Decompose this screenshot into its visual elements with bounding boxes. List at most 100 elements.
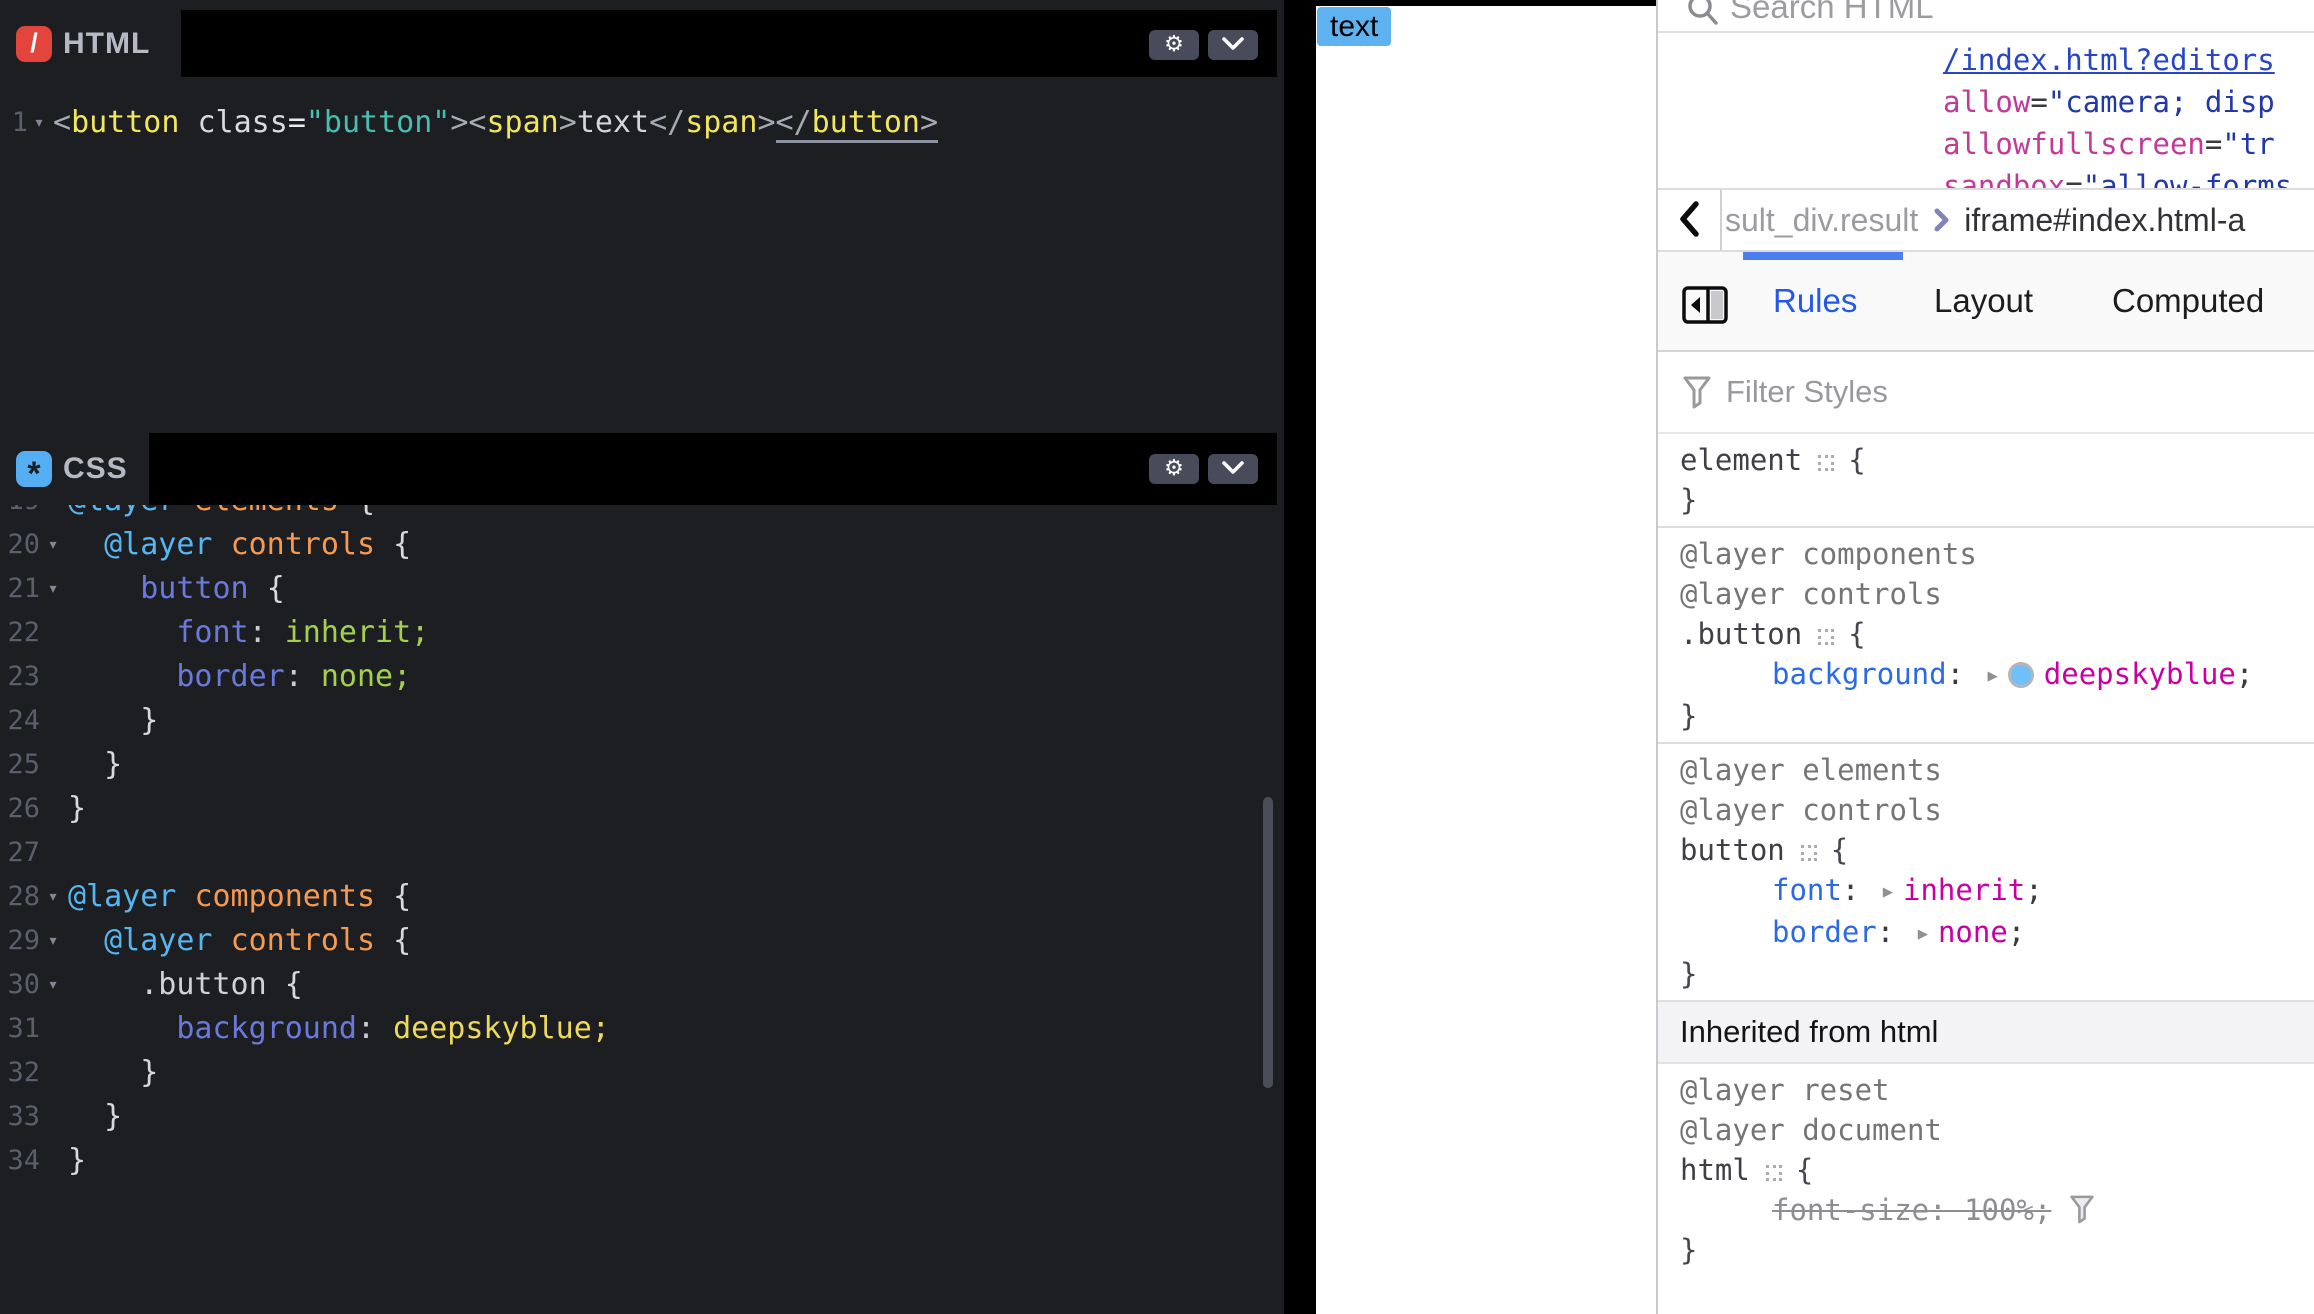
sidebar-toggle-button[interactable] <box>1682 286 1728 327</box>
line-number: 30 <box>0 969 40 1000</box>
fold-caret-icon[interactable]: ▾ <box>40 974 60 995</box>
rule-close-brace: } <box>1658 954 2314 994</box>
gear-icon: ⚙ <box>1164 30 1184 60</box>
fold-caret-icon[interactable]: ▾ <box>40 930 60 951</box>
css-declaration[interactable]: font: ▶inherit; <box>1658 870 2314 912</box>
code-line[interactable]: 21▾ button { <box>0 566 1284 610</box>
selector-highlighter-icon[interactable] <box>1818 455 1834 471</box>
html-panel-title: HTML <box>63 27 150 61</box>
code-line[interactable]: 27 <box>0 830 1284 874</box>
rule-selector[interactable]: button{ <box>1658 830 2314 870</box>
tab-rules[interactable]: Rules <box>1773 282 1857 320</box>
editor-column: / HTML ⚙ 1▾<button class="button"><span>… <box>0 0 1284 1314</box>
code-line[interactable]: 23 border: none; <box>0 654 1284 698</box>
search-html-row[interactable]: Search HTML <box>1658 0 2314 33</box>
code-line[interactable]: 25 } <box>0 742 1284 786</box>
code-line[interactable]: 26} <box>0 786 1284 830</box>
at-layer-label: @layer elements <box>1658 750 2314 790</box>
css-declaration-overridden[interactable]: font-size: 100%; <box>1658 1190 2314 1230</box>
rule-section: @layer components@layer controls.button{… <box>1658 528 2314 744</box>
selector-highlighter-icon[interactable] <box>1818 629 1834 645</box>
code-line[interactable]: 28▾@layer components { <box>0 874 1284 918</box>
css-panel-title: CSS <box>63 452 128 486</box>
at-layer-label: @layer components <box>1658 534 2314 574</box>
code-line[interactable]: 24 } <box>0 698 1284 742</box>
code-line[interactable]: 33 } <box>0 1094 1284 1138</box>
breadcrumb-item-result-div[interactable]: sult_div.result <box>1725 202 1918 239</box>
rule-selector[interactable]: html{ <box>1658 1150 2314 1190</box>
filter-styles-input[interactable]: Filter Styles <box>1658 352 2314 434</box>
active-tab-indicator <box>1743 252 1903 260</box>
html-code-editor[interactable]: 1▾<button class="button"><span>text</spa… <box>0 100 1284 420</box>
line-number: 32 <box>0 1057 40 1088</box>
editor-preview-gutter[interactable] <box>1284 0 1316 1314</box>
gear-icon: ⚙ <box>1164 454 1184 484</box>
code-line[interactable]: 29▾ @layer controls { <box>0 918 1284 962</box>
at-layer-label: @layer controls <box>1658 790 2314 830</box>
html-panel-header: / HTML ⚙ <box>0 10 1284 77</box>
fold-caret-icon[interactable]: ▾ <box>40 534 60 555</box>
line-number: 31 <box>0 1013 40 1044</box>
funnel-icon[interactable] <box>2069 1194 2095 1224</box>
css-declaration[interactable]: background: ▶deepskyblue; <box>1658 654 2314 696</box>
markup-line[interactable]: /index.html?editors <box>1658 39 2314 81</box>
funnel-icon <box>1682 375 1712 409</box>
css-collapse-button[interactable] <box>1208 454 1258 484</box>
code-line[interactable]: 30▾ .button { <box>0 962 1284 1006</box>
code-line[interactable]: 20▾ @layer controls { <box>0 522 1284 566</box>
css-panel-header: * CSS ⚙ <box>0 433 1284 505</box>
css-code-editor[interactable]: 19▾@layer elements {20▾ @layer controls … <box>0 478 1284 1198</box>
css-settings-button[interactable]: ⚙ <box>1149 454 1199 484</box>
expand-triangle-icon[interactable]: ▶ <box>1918 924 1928 944</box>
markup-view[interactable]: /index.html?editorsallow="camera; dispal… <box>1658 33 2314 190</box>
breadcrumb-back-button[interactable] <box>1658 190 1722 250</box>
selector-highlighter-icon[interactable] <box>1801 845 1817 861</box>
preview-text-button[interactable]: text <box>1317 7 1391 46</box>
html-collapse-button[interactable] <box>1208 30 1258 60</box>
markup-line[interactable]: allowfullscreen="tr <box>1658 123 2314 165</box>
code-line[interactable]: 31 background: deepskyblue; <box>0 1006 1284 1050</box>
line-number: 27 <box>0 837 40 868</box>
filter-styles-placeholder: Filter Styles <box>1726 374 1888 410</box>
code-line[interactable]: 22 font: inherit; <box>0 610 1284 654</box>
markup-line[interactable]: allow="camera; disp <box>1658 81 2314 123</box>
line-number: 28 <box>0 881 40 912</box>
code-line[interactable]: 32 } <box>0 1050 1284 1094</box>
preview-pane: text <box>1316 0 1656 1314</box>
line-number: 1 <box>0 107 28 138</box>
rule-selector[interactable]: element{ <box>1658 440 2314 480</box>
code-line[interactable]: 1▾<button class="button"><span>text</spa… <box>0 100 1284 144</box>
html-panel-tab[interactable]: / HTML <box>0 10 181 77</box>
line-number: 24 <box>0 705 40 736</box>
fold-caret-icon[interactable]: ▾ <box>40 886 60 907</box>
line-number: 23 <box>0 661 40 692</box>
at-layer-label: @layer document <box>1658 1110 2314 1150</box>
tab-computed[interactable]: Computed <box>2112 282 2264 320</box>
breadcrumb-item-iframe[interactable]: iframe#index.html-a <box>1964 202 2245 239</box>
css-declaration[interactable]: border: ▶none; <box>1658 912 2314 954</box>
html-icon: / <box>16 26 52 62</box>
markup-line[interactable]: sandbox="allow-forms <box>1658 165 2314 190</box>
line-number: 33 <box>0 1101 40 1132</box>
fold-caret-icon[interactable]: ▾ <box>28 112 46 133</box>
selector-highlighter-icon[interactable] <box>1766 1165 1782 1181</box>
color-swatch[interactable] <box>2008 662 2034 688</box>
rules-panel: element{}@layer components@layer control… <box>1658 434 2314 1276</box>
css-scrollbar-thumb[interactable] <box>1263 797 1273 1088</box>
fold-caret-icon[interactable]: ▾ <box>40 578 60 599</box>
expand-triangle-icon[interactable]: ▶ <box>1988 666 1998 686</box>
code-line[interactable]: 34} <box>0 1138 1284 1182</box>
search-icon <box>1686 0 1718 33</box>
chevron-right-icon <box>1934 208 1950 232</box>
tab-layout[interactable]: Layout <box>1934 282 2033 320</box>
line-number: 22 <box>0 617 40 648</box>
html-header-bar <box>181 10 1277 77</box>
inherited-from-header: Inherited from html <box>1658 1002 2314 1064</box>
expand-triangle-icon[interactable]: ▶ <box>1883 882 1893 902</box>
devtools-inspector-pane: /index.html?editorsallow="camera; dispal… <box>1658 0 2314 1314</box>
line-number: 29 <box>0 925 40 956</box>
html-settings-button[interactable]: ⚙ <box>1149 30 1199 60</box>
rule-section: @layer reset@layer documenthtml{font-siz… <box>1658 1064 2314 1276</box>
css-panel-tab[interactable]: * CSS <box>0 433 149 505</box>
rule-selector[interactable]: .button{ <box>1658 614 2314 654</box>
